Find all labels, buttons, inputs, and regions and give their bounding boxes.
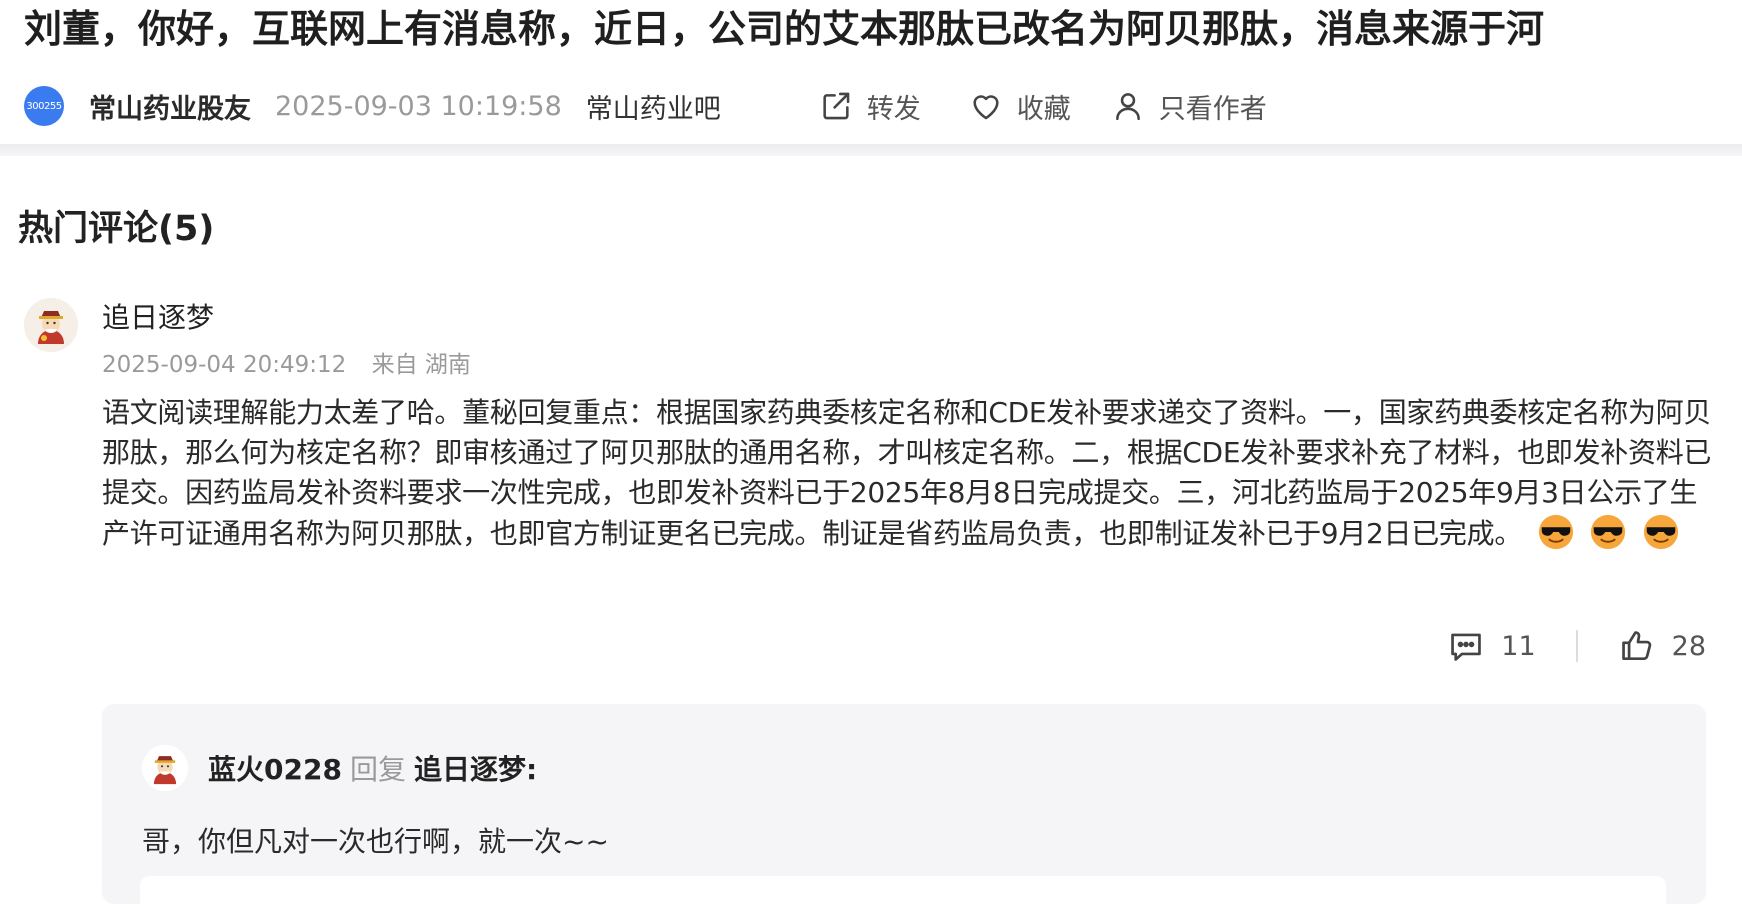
- comment-text: 语文阅读理解能力太差了哈。董秘回复重点：根据国家药典委核定名称和CDE发补要求递…: [102, 396, 1712, 550]
- comment-actions: 11 28: [1447, 624, 1706, 668]
- post-author[interactable]: 常山药业股友: [89, 87, 251, 126]
- cool-emoji-icon: [1589, 513, 1627, 551]
- comment-icon: [1451, 633, 1482, 661]
- reply-target[interactable]: 追日逐梦:: [414, 748, 537, 788]
- nested-reply-box: [140, 876, 1666, 916]
- comment-location: 来自 湖南: [371, 352, 471, 378]
- caishen-avatar-icon: [142, 745, 188, 791]
- heart-icon: [973, 95, 999, 120]
- reply-thread: 蓝火0228 回复 追日逐梦: 哥，你但凡对一次也行啊，就一次~~: [102, 704, 1706, 916]
- caishen-avatar-icon: [24, 298, 78, 352]
- reply-header: 蓝火0228 回复 追日逐梦:: [142, 744, 537, 792]
- reply-text: 哥，你但凡对一次也行啊，就一次~~: [142, 825, 609, 858]
- post-title: 刘董，你好，互联网上有消息称，近日，公司的艾本那肽已改名为阿贝那肽，消息来源于河: [24, 7, 1545, 51]
- comment-meta: 2025-09-04 20:49:12 来自 湖南: [102, 345, 471, 379]
- cool-emoji-icon: [1537, 513, 1575, 551]
- commenter-avatar[interactable]: [24, 298, 78, 352]
- stock-avatar[interactable]: 300255: [24, 86, 64, 126]
- comment-time: 2025-09-04 20:49:12: [102, 352, 347, 378]
- author-only-label: 只看作者: [1158, 93, 1267, 125]
- hot-comments-title: 热门评论(5): [18, 209, 215, 249]
- post-meta: 300255 常山药业股友 2025-09-03 10:19:58 常山药业吧 …: [24, 84, 1724, 128]
- user-icon: [1115, 93, 1140, 121]
- commenter-name[interactable]: 追日逐梦: [102, 296, 214, 336]
- favorite-label: 收藏: [1016, 93, 1071, 125]
- author-only-button[interactable]: 只看作者: [1111, 87, 1267, 126]
- reply-count: 11: [1501, 630, 1536, 662]
- cool-emoji-icon: [1642, 513, 1680, 551]
- share-label: 转发: [866, 93, 921, 125]
- like-button[interactable]: 28: [1618, 627, 1706, 665]
- share-button[interactable]: 转发: [819, 87, 921, 126]
- reply-avatar[interactable]: [142, 745, 188, 791]
- favorite-button[interactable]: 收藏: [969, 87, 1071, 126]
- reply-button[interactable]: 11: [1447, 627, 1536, 665]
- thumbs-up-icon: [1621, 631, 1651, 661]
- forum-link[interactable]: 常山药业吧: [586, 87, 721, 126]
- like-count: 28: [1671, 630, 1706, 662]
- share-icon: [823, 92, 850, 120]
- post-time: 2025-09-03 10:19:58: [275, 90, 562, 122]
- actions-divider: [1575, 630, 1578, 662]
- comment-body: 语文阅读理解能力太差了哈。董秘回复重点：根据国家药典委核定名称和CDE发补要求递…: [102, 393, 1714, 554]
- reply-word: 回复: [349, 753, 406, 786]
- section-divider: [0, 144, 1742, 156]
- reply-username[interactable]: 蓝火0228: [208, 748, 342, 788]
